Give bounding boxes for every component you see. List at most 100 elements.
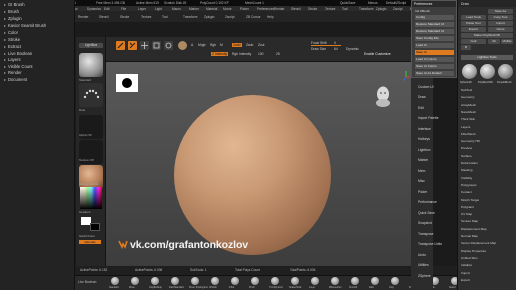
tool-subpalette-17[interactable]: UV Map <box>461 212 472 216</box>
tool-subpalette-23[interactable]: Unified Skin <box>461 256 478 260</box>
pref-item-11[interactable]: Picker <box>418 190 427 194</box>
tool-subpalette-20[interactable]: Normal Map <box>461 234 478 238</box>
menu-item-preferences[interactable]: Preferences <box>257 7 274 11</box>
color-picker[interactable] <box>80 187 102 209</box>
draw-size-value[interactable]: 64 <box>334 47 338 51</box>
menu-item-render[interactable]: Render <box>274 7 284 11</box>
brush-thumb-7[interactable] <box>251 277 259 285</box>
tool-button-7[interactable]: Make PolyMesh3D <box>461 33 513 38</box>
pref-item-13[interactable]: Quick Save <box>418 211 435 215</box>
left-tray-item-10[interactable]: Render <box>4 70 22 76</box>
a-label[interactable]: A <box>191 43 193 47</box>
menu-item-tool[interactable]: Tool <box>342 7 348 11</box>
menu-item-dynamics[interactable]: Dynamics <box>87 7 101 11</box>
brush-thumb-10[interactable] <box>311 277 319 285</box>
switchcolor-label[interactable]: SwitchColor <box>79 234 95 238</box>
pref-item-12[interactable]: Performance <box>418 200 437 204</box>
left-tray-item-5[interactable]: Stroke <box>4 37 20 43</box>
navigation-head-gizmo[interactable] <box>373 85 393 109</box>
lightbox-button[interactable]: LightBox <box>79 43 103 48</box>
pref-item-15[interactable]: Transpose <box>418 232 433 236</box>
tool-subpalette-2[interactable]: ArrayMesh <box>461 103 476 107</box>
scale-button[interactable] <box>152 41 161 50</box>
preferences-title[interactable]: Preferences <box>412 1 456 7</box>
tool-subpalette-26[interactable]: Export <box>461 278 470 282</box>
prefs-button-3[interactable]: Save Config File <box>415 36 454 41</box>
pref-item-8[interactable]: Marker <box>418 158 428 162</box>
zadd-button[interactable]: Zadd <box>232 43 242 47</box>
tool-button-5[interactable]: Export <box>461 27 486 32</box>
pref-item-1[interactable]: Custom UI <box>418 85 434 89</box>
pref-item-10[interactable]: Misc <box>418 179 425 183</box>
tool-button-6[interactable]: Clone <box>488 27 513 32</box>
prefs-button-7[interactable]: Save Ui Colors <box>415 64 454 69</box>
row2-item-9[interactable]: Help <box>267 15 274 19</box>
z-intensity-value[interactable]: 25 <box>276 52 280 56</box>
prefs-button-8[interactable]: Save Ui As Default <box>415 71 454 76</box>
brush-thumb-11[interactable] <box>331 277 339 285</box>
tool-subpalette-1[interactable]: Geometry <box>461 95 475 99</box>
m-button[interactable]: M <box>220 43 223 47</box>
tool-subpalette-4[interactable]: Thick Skin <box>461 117 475 121</box>
tool-subpalette-9[interactable]: Surface <box>461 154 472 158</box>
row2-item-5[interactable]: Transform <box>183 15 197 19</box>
menu-item-light[interactable]: Light <box>155 7 162 11</box>
tool-button-0[interactable]: Save As <box>488 9 513 14</box>
menu-item-stroke[interactable]: Stroke <box>308 7 317 11</box>
tool-button-11[interactable]: R <box>461 45 471 50</box>
tool-button-2[interactable]: Copy Tool <box>488 15 513 20</box>
prefs-button-5[interactable]: Save Ui <box>415 50 454 55</box>
left-tray-item-2[interactable]: Zplugin <box>4 16 22 22</box>
mrgb-button[interactable]: Mrgb <box>198 43 206 47</box>
axis-gizmo[interactable] <box>402 67 411 87</box>
brush-thumb-13[interactable] <box>371 277 379 285</box>
menu-item-movie[interactable]: Movie <box>223 7 232 11</box>
pref-item-4[interactable]: Import Palette <box>418 116 439 120</box>
tool-subpalette-25[interactable]: Import <box>461 271 470 275</box>
brush-thumb-4[interactable] <box>191 277 199 285</box>
row2-item-8[interactable]: ZB Cursor <box>246 15 261 19</box>
quicksave-button[interactable]: QuickSave <box>340 1 355 5</box>
focal-shift-slider[interactable] <box>311 45 341 46</box>
pref-item-3[interactable]: Edit <box>418 106 424 110</box>
tool-subpalette-3[interactable]: NanoMesh <box>461 110 476 114</box>
tool-subpalette-13[interactable]: Polygroups <box>461 183 476 187</box>
menu-item-texture[interactable]: Texture <box>325 7 335 11</box>
menu-item-file[interactable]: File <box>121 7 126 11</box>
z-intensity-label[interactable]: Z Intensity <box>211 52 229 56</box>
pref-item-5[interactable]: Interface <box>418 127 431 131</box>
sphere-mesh[interactable] <box>174 95 331 255</box>
tool-subpalette-14[interactable]: Contact <box>461 190 472 194</box>
prefs-button-6[interactable]: Load Ui Colors <box>415 57 454 62</box>
tool-subpalette-18[interactable]: Texture Map <box>461 219 478 223</box>
rgb-intensity-value[interactable]: 100 <box>258 52 264 56</box>
brush-thumb-3[interactable] <box>171 277 179 285</box>
pref-item-17[interactable]: Undo <box>418 253 426 257</box>
tool-sphere3d-thumb[interactable] <box>462 64 477 79</box>
live-boolean-button[interactable]: Live Boolean <box>78 280 96 284</box>
tool-subpalette-11[interactable]: Masking <box>461 168 473 172</box>
menu-item-zplugin[interactable]: Zplugin <box>376 7 386 11</box>
edit-button[interactable] <box>116 41 125 50</box>
pref-item-18[interactable]: Utilities <box>418 263 429 267</box>
tool-subpalette-16[interactable]: Polypaint <box>461 205 474 209</box>
tool-button-4[interactable]: Import <box>488 21 513 26</box>
menu-item-material[interactable]: Material <box>206 7 217 11</box>
left-tray-item-3[interactable]: Kavior Seamit Brush <box>4 23 46 29</box>
tool-polymesh-thumb[interactable] <box>480 64 495 79</box>
row2-item-2[interactable]: Stroke <box>120 15 129 19</box>
rgb-button[interactable]: Rgb <box>210 43 216 47</box>
brush-thumb-8[interactable] <box>271 277 279 285</box>
tool-subpalette-15[interactable]: Morph Target <box>461 198 479 202</box>
brush-standard-thumb[interactable] <box>79 53 103 77</box>
prefs-button-2[interactable]: Restore Standard UI <box>415 29 454 34</box>
menu-item-layer[interactable]: Layer <box>138 7 146 11</box>
menu-item-zscript[interactable]: Zscript <box>393 7 403 11</box>
move-button[interactable] <box>140 41 149 50</box>
alternate-button[interactable]: Alternate <box>79 240 101 244</box>
stroke-dots-thumb[interactable] <box>79 83 103 107</box>
left-tray-item-6[interactable]: Extract <box>4 44 21 50</box>
brush-thumb-9[interactable] <box>291 277 299 285</box>
tool-subpalette-6[interactable]: FiberMesh <box>461 132 476 136</box>
menu-item-transform[interactable]: Transform <box>359 7 373 11</box>
